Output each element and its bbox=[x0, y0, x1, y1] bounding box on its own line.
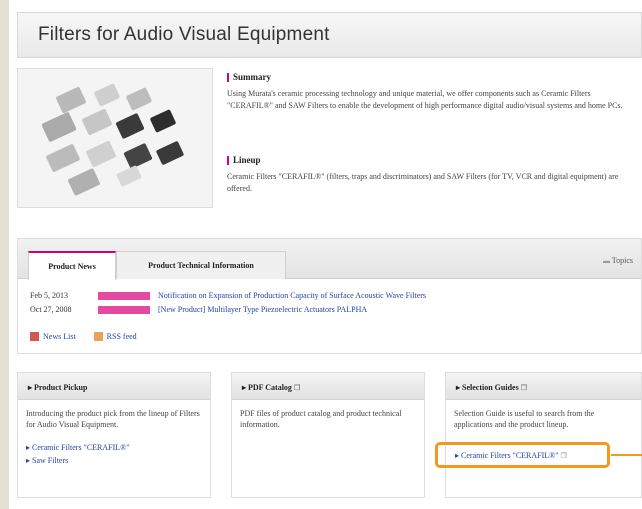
product-pickup-box: ▸ Product Pickup Introducing the product… bbox=[17, 372, 211, 498]
news-item: Oct 27, 2008 [New Product] Multilayer Typ… bbox=[30, 305, 367, 315]
summary-text: Using Murata's ceramic processing techno… bbox=[227, 89, 623, 110]
summary-heading: Summary bbox=[227, 72, 271, 82]
news-panel: Product News Product Technical Informati… bbox=[17, 238, 642, 354]
pdf-catalog-box: ▸ PDF Catalog ❐ PDF files of product cat… bbox=[231, 372, 425, 498]
tab-product-news[interactable]: Product News bbox=[28, 251, 116, 280]
product-pickup-title: Product Pickup bbox=[34, 383, 88, 392]
selection-guides-box: ▸ Selection Guides ❐ Selection Guide is … bbox=[445, 372, 642, 498]
pdf-catalog-body: PDF files of product catalog and product… bbox=[232, 400, 424, 430]
page-title: Filters for Audio Visual Equipment bbox=[38, 24, 330, 45]
highlight-callout-line bbox=[611, 454, 642, 456]
rss-link[interactable]: RSS feed bbox=[107, 332, 137, 341]
title-bar: Filters for Audio Visual Equipment bbox=[17, 12, 642, 58]
external-link-icon: ❐ bbox=[293, 384, 301, 392]
topics-label: Topics bbox=[611, 256, 633, 265]
news-item: Feb 5, 2013 Notification on Expansion of … bbox=[30, 291, 426, 301]
pickup-link-saw[interactable]: ▸ Saw Filters bbox=[26, 455, 202, 466]
pickup-link-label: Ceramic Filters "CERAFIL®" bbox=[32, 443, 130, 452]
selection-guides-heading[interactable]: ▸ Selection Guides ❐ bbox=[446, 373, 641, 400]
tabs-bar: Product News Product Technical Informati… bbox=[18, 239, 641, 280]
selection-guides-body: Selection Guide is useful to search from… bbox=[446, 400, 641, 430]
news-badge bbox=[98, 306, 150, 315]
highlight-callout-box bbox=[435, 442, 610, 468]
news-list-icon bbox=[30, 331, 39, 341]
pdf-catalog-text: PDF files of product catalog and product… bbox=[240, 409, 402, 429]
product-pickup-text: Introducing the product pick from the li… bbox=[26, 409, 200, 429]
product-pickup-heading: ▸ Product Pickup bbox=[18, 373, 210, 400]
news-link[interactable]: [New Product] Multilayer Type Piezoelect… bbox=[158, 305, 367, 314]
news-list-link[interactable]: News List bbox=[43, 332, 76, 341]
product-pickup-body: Introducing the product pick from the li… bbox=[18, 400, 210, 466]
rss-icon bbox=[93, 331, 103, 341]
news-date: Feb 5, 2013 bbox=[30, 291, 68, 300]
news-badge bbox=[98, 292, 150, 301]
pickup-link-cerafil[interactable]: ▸ Ceramic Filters "CERAFIL®" bbox=[26, 442, 202, 453]
pickup-link-label: Saw Filters bbox=[32, 456, 69, 465]
pdf-catalog-title: PDF Catalog bbox=[248, 383, 292, 392]
lineup-text: Ceramic Filters "CERAFIL®" (filters, tra… bbox=[227, 172, 619, 193]
list-icon: ▬ bbox=[603, 257, 612, 265]
topics-link[interactable]: ▬ Topics bbox=[603, 256, 633, 265]
selection-guides-title: Selection Guides bbox=[462, 383, 519, 392]
news-legend: News List RSS feed bbox=[30, 331, 137, 341]
selection-guides-text: Selection Guide is useful to search from… bbox=[454, 409, 595, 429]
tab-product-technical-information[interactable]: Product Technical Information bbox=[116, 251, 286, 279]
product-image bbox=[17, 68, 213, 208]
pdf-catalog-heading[interactable]: ▸ PDF Catalog ❐ bbox=[232, 373, 424, 400]
lineup-heading: Lineup bbox=[227, 155, 261, 165]
news-link[interactable]: Notification on Expansion of Production … bbox=[158, 291, 426, 300]
news-date: Oct 27, 2008 bbox=[30, 305, 72, 314]
external-link-icon: ❐ bbox=[520, 384, 527, 392]
page: Filters for Audio Visual Equipment Summa… bbox=[9, 0, 642, 509]
